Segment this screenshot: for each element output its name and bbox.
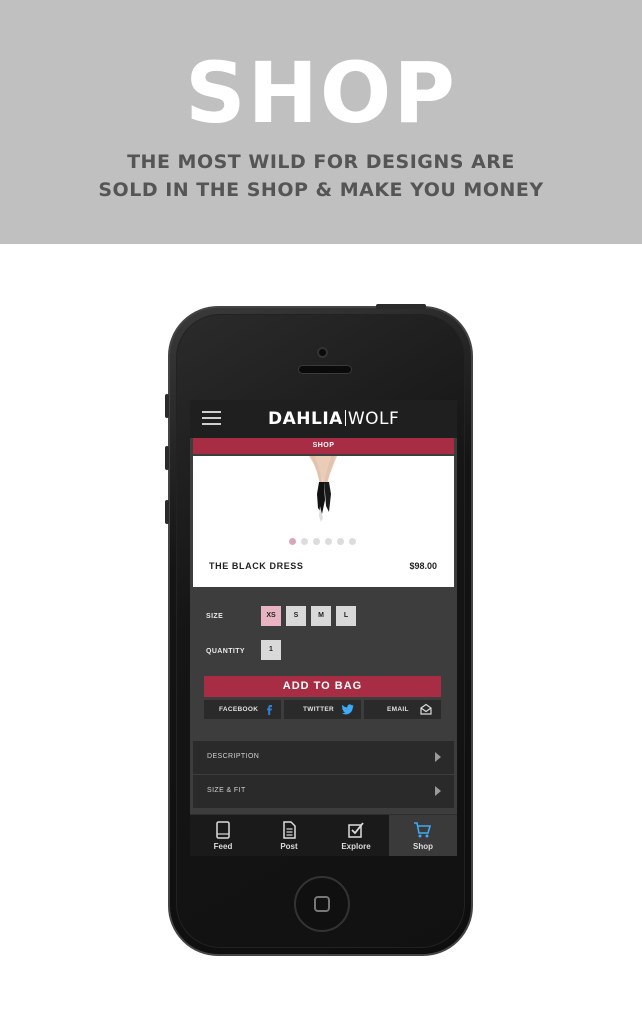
checkbox-icon: [348, 822, 364, 838]
accordion-size-fit-label: SIZE & FIT: [207, 787, 246, 794]
phone-mockup: DAHLIA WOLF SHOP THE BLACK DRESS $98.00 …: [165, 304, 473, 956]
banner-title: SHOP: [185, 44, 457, 142]
tab-post-label: Post: [280, 842, 298, 851]
carousel-dot[interactable]: [349, 538, 356, 545]
banner-subtitle-line-1: THE MOST WILD FOR DESIGNS ARE: [127, 151, 515, 173]
share-email-label: EMAIL: [387, 706, 409, 713]
add-to-bag-button[interactable]: ADD TO BAG: [204, 676, 441, 697]
section-title-bar: SHOP: [193, 438, 454, 454]
carousel-dot[interactable]: [325, 538, 332, 545]
facebook-icon: [267, 705, 272, 715]
header-banner: SHOP THE MOST WILD FOR DESIGNS ARE SOLD …: [0, 0, 642, 244]
home-button: [294, 876, 350, 932]
volume-up-button: [165, 446, 169, 470]
tablet-icon: [216, 821, 230, 839]
brand-logo: DAHLIA WOLF: [268, 408, 399, 430]
share-facebook-label: FACEBOOK: [219, 706, 259, 713]
accordion-size-fit[interactable]: SIZE & FIT: [193, 775, 454, 808]
chevron-right-icon: [435, 752, 441, 762]
bottom-tab-bar: Feed Post Explore Shop: [190, 814, 457, 856]
chevron-right-icon: [435, 786, 441, 796]
product-price: $98.00: [409, 561, 437, 571]
share-twitter-button[interactable]: TWITTER: [284, 700, 361, 719]
carousel-dot[interactable]: [337, 538, 344, 545]
earpiece-speaker: [298, 365, 352, 374]
tab-post[interactable]: Post: [256, 815, 322, 856]
document-icon: [283, 821, 296, 839]
tab-shop[interactable]: Shop: [389, 815, 457, 856]
size-option-m[interactable]: M: [311, 606, 331, 626]
quantity-field[interactable]: 1: [261, 640, 281, 660]
carousel-dot[interactable]: [289, 538, 296, 545]
carousel-dot[interactable]: [313, 538, 320, 545]
carousel-dot[interactable]: [301, 538, 308, 545]
tab-explore-label: Explore: [341, 842, 371, 851]
tab-feed[interactable]: Feed: [190, 815, 256, 856]
tab-explore[interactable]: Explore: [323, 815, 389, 856]
volume-down-button: [165, 500, 169, 524]
product-name: THE BLACK DRESS: [209, 561, 304, 571]
tab-shop-label: Shop: [413, 842, 433, 851]
size-option-xs[interactable]: XS: [261, 606, 281, 626]
twitter-icon: [342, 704, 354, 715]
app-screen: DAHLIA WOLF SHOP THE BLACK DRESS $98.00 …: [190, 400, 457, 856]
share-email-button[interactable]: EMAIL: [364, 700, 441, 719]
tab-feed-label: Feed: [213, 842, 233, 851]
size-option-l[interactable]: L: [336, 606, 356, 626]
accordion-description[interactable]: DESCRIPTION: [193, 741, 454, 774]
mute-switch: [165, 394, 169, 418]
hamburger-menu-icon[interactable]: [202, 411, 221, 425]
size-label: SIZE: [206, 613, 224, 620]
brand-name-right: WOLF: [347, 409, 400, 429]
share-twitter-label: TWITTER: [303, 706, 334, 713]
share-facebook-button[interactable]: FACEBOOK: [204, 700, 281, 719]
cart-icon: [414, 822, 431, 838]
email-icon: [420, 703, 432, 715]
power-button: [376, 304, 426, 309]
quantity-label: QUANTITY: [206, 648, 245, 655]
brand-name-left: DAHLIA: [268, 409, 343, 429]
app-header: DAHLIA WOLF: [190, 400, 457, 438]
size-option-s[interactable]: S: [286, 606, 306, 626]
banner-subtitle-line-2: SOLD IN THE SHOP & MAKE YOU MONEY: [98, 179, 544, 201]
front-camera: [317, 347, 328, 358]
product-card: THE BLACK DRESS $98.00: [193, 456, 454, 587]
accordion-description-label: DESCRIPTION: [207, 753, 260, 760]
product-image[interactable]: [301, 456, 345, 524]
